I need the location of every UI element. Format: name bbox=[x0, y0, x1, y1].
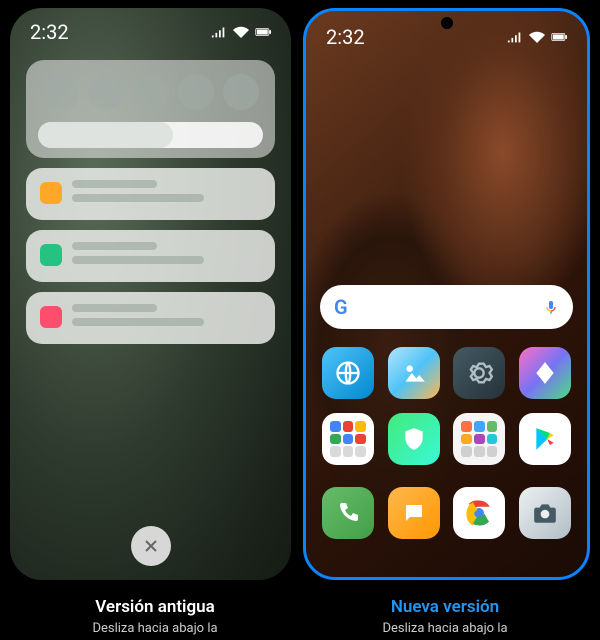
message-icon bbox=[40, 182, 62, 204]
battery-icon bbox=[551, 31, 567, 43]
notification-content bbox=[72, 304, 261, 332]
app-tools-folder[interactable] bbox=[453, 413, 505, 465]
caption-new: Nueva versión Desliza hacia abajo la bbox=[300, 597, 590, 636]
google-logo-icon: G bbox=[334, 295, 348, 319]
app-themes[interactable] bbox=[519, 347, 571, 399]
wallpaper-space bbox=[320, 55, 573, 285]
folder-icon bbox=[326, 417, 370, 461]
home-screen[interactable]: G bbox=[306, 55, 587, 557]
quick-settings-panel bbox=[26, 60, 275, 158]
close-shade-button[interactable] bbox=[131, 526, 171, 566]
phone-icon bbox=[40, 244, 62, 266]
globe-icon bbox=[334, 359, 362, 387]
comparison-row: 2:32 bbox=[0, 0, 600, 580]
app-chrome[interactable] bbox=[453, 487, 505, 539]
status-icons bbox=[507, 31, 567, 43]
mic-icon[interactable] bbox=[543, 299, 559, 315]
dock bbox=[320, 479, 573, 557]
status-time: 2:32 bbox=[30, 20, 69, 44]
palette-icon bbox=[532, 360, 558, 386]
qs-toggle[interactable] bbox=[133, 74, 169, 110]
signal-icon bbox=[507, 31, 523, 43]
notification-content bbox=[72, 180, 261, 208]
chrome-icon bbox=[464, 498, 494, 528]
music-icon bbox=[40, 306, 62, 328]
app-play-store[interactable] bbox=[519, 413, 571, 465]
notification-card[interactable] bbox=[26, 168, 275, 220]
qs-toggle[interactable] bbox=[223, 74, 259, 110]
notification-card[interactable] bbox=[26, 292, 275, 344]
punch-hole-camera bbox=[441, 17, 453, 29]
play-store-icon bbox=[532, 426, 558, 452]
notification-shade[interactable] bbox=[10, 50, 291, 364]
app-gallery[interactable] bbox=[388, 347, 440, 399]
gear-icon bbox=[465, 359, 493, 387]
photo-icon bbox=[401, 360, 427, 386]
qs-toggle[interactable] bbox=[178, 74, 214, 110]
signal-icon bbox=[211, 26, 227, 38]
qs-toggle[interactable] bbox=[43, 74, 79, 110]
battery-icon bbox=[255, 26, 271, 38]
quick-settings-row bbox=[38, 74, 263, 110]
folder-icon bbox=[457, 417, 501, 461]
google-search-bar[interactable]: G bbox=[320, 285, 573, 329]
app-google-folder[interactable] bbox=[322, 413, 374, 465]
phone-icon bbox=[336, 501, 360, 525]
notification-card[interactable] bbox=[26, 230, 275, 282]
status-time: 2:32 bbox=[326, 25, 365, 49]
status-icons bbox=[211, 26, 271, 38]
phone-new-version: 2:32 G bbox=[303, 8, 590, 580]
captions-row: Versión antigua Desliza hacia abajo la N… bbox=[0, 597, 600, 636]
message-icon bbox=[402, 501, 426, 525]
caption-sub-new: Desliza hacia abajo la bbox=[300, 621, 590, 636]
app-camera[interactable] bbox=[519, 487, 571, 539]
status-bar-old: 2:32 bbox=[10, 8, 291, 50]
app-grid bbox=[320, 347, 573, 465]
shield-icon bbox=[401, 426, 427, 452]
app-browser[interactable] bbox=[322, 347, 374, 399]
caption-title-new: Nueva versión bbox=[300, 597, 590, 617]
notification-content bbox=[72, 242, 261, 270]
qs-toggle[interactable] bbox=[88, 74, 124, 110]
brightness-slider[interactable] bbox=[38, 122, 263, 148]
close-icon bbox=[143, 538, 159, 554]
caption-old: Versión antigua Desliza hacia abajo la bbox=[10, 597, 300, 636]
app-security[interactable] bbox=[388, 413, 440, 465]
caption-sub-old: Desliza hacia abajo la bbox=[10, 621, 300, 636]
wifi-icon bbox=[529, 31, 545, 43]
camera-icon bbox=[532, 500, 558, 526]
app-messages[interactable] bbox=[388, 487, 440, 539]
app-dialer[interactable] bbox=[322, 487, 374, 539]
phone-old-version: 2:32 bbox=[10, 8, 291, 580]
caption-title-old: Versión antigua bbox=[10, 597, 300, 617]
app-settings[interactable] bbox=[453, 347, 505, 399]
wifi-icon bbox=[233, 26, 249, 38]
